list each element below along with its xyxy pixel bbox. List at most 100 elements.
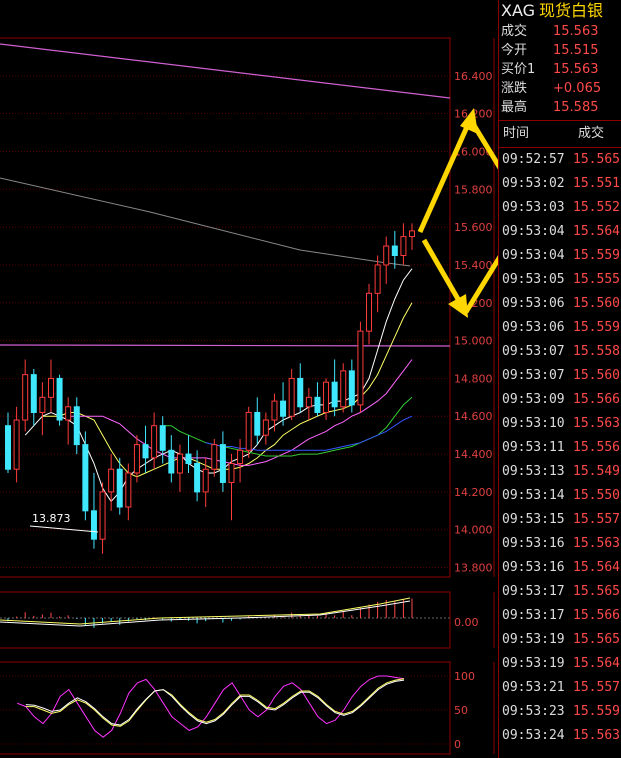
candle-body [271,400,278,421]
tick-row[interactable]: 09:53:16 15.564 [499,556,621,580]
tick-time: 09:53:07 [502,368,565,383]
tick-row[interactable]: 09:53:04 15.564 [499,220,621,244]
tick-row[interactable]: 09:53:24 15.563 [499,724,621,748]
tick-row[interactable]: 09:53:06 15.560 [499,292,621,316]
price-tick-label: 15.800 [454,183,493,196]
candle-body [73,406,80,446]
quote-rows: 成交 15.563 今开 15.515 买价1 15.563 涨跌 +0.065 最高 15.58… [499,22,621,117]
tick-price: 15.565 [573,152,620,167]
candle-body [237,449,244,465]
tick-time: 09:53:13 [502,464,565,479]
tick-price: 15.557 [573,680,620,695]
candle-body [159,425,166,451]
tick-row[interactable]: 09:53:17 15.566 [499,604,621,628]
candle-body [211,444,218,470]
price-tick-label: 16.400 [454,70,493,83]
tick-price: 15.559 [573,704,620,719]
tick-time: 09:53:15 [502,512,565,527]
tick-row[interactable]: 09:53:05 15.555 [499,268,621,292]
candle-body [22,374,29,421]
tick-price: 15.564 [573,560,620,575]
kdj-tick-label: 100 [454,670,475,683]
tick-time: 09:53:02 [502,176,565,191]
tick-price: 15.556 [573,440,620,455]
candle-body [176,453,183,474]
tick-price: 15.560 [573,368,620,383]
tick-time: 09:53:06 [502,320,565,335]
kdj-tick-label: 0 [454,738,461,751]
quote-value: 15.585 [553,100,599,115]
tick-row[interactable]: 09:53:03 15.552 [499,196,621,220]
tick-time: 09:53:19 [502,656,565,671]
tick-time: 09:53:07 [502,344,565,359]
candle-body [47,377,54,398]
tick-row[interactable]: 09:53:14 15.550 [499,484,621,508]
candle-body [340,370,347,408]
tick-time: 09:53:11 [502,440,565,455]
tick-time: 09:53:10 [502,416,565,431]
tick-price: 15.565 [573,632,620,647]
candle-body [5,425,11,470]
quote-value: +0.065 [553,81,602,96]
tick-price: 15.559 [573,248,620,263]
tick-row[interactable]: 09:53:06 15.559 [499,316,621,340]
tick-row[interactable]: 09:53:23 15.559 [499,700,621,724]
quote-title: XAG 现货白银 [499,0,621,22]
tick-row[interactable]: 09:53:07 15.558 [499,340,621,364]
panel-border [0,591,451,649]
tick-row[interactable]: 09:53:19 15.564 [499,652,621,676]
tick-time: 09:53:21 [502,680,565,695]
tick-price: 15.563 [573,536,620,551]
tick-row[interactable]: 09:53:16 15.563 [499,532,621,556]
tick-row[interactable]: 09:52:57 15.565 [499,148,621,172]
tick-price: 15.566 [573,608,620,623]
candle-body [409,230,415,238]
candle-body [305,396,312,408]
tick-time: 09:53:17 [502,608,565,623]
tick-price: 15.550 [573,488,620,503]
candle-body [280,400,287,417]
tick-row[interactable]: 09:53:04 15.559 [499,244,621,268]
ticks-header-price: 成交 [577,126,604,141]
tick-price: 15.559 [573,320,620,335]
candle-body [357,330,364,406]
candle-body [400,236,407,256]
quote-label: 今开 [501,43,528,58]
macd-tick-label: 0.00 [454,616,479,629]
tick-time: 09:53:04 [502,224,565,239]
price-tick-label: 13.800 [454,562,493,575]
symbol-code: XAG [501,1,536,20]
quote-row: 成交 15.563 [499,22,621,41]
price-tick-label: 14.200 [454,486,493,499]
tick-price: 15.551 [573,176,620,191]
tick-time: 09:53:04 [502,248,565,263]
ma-line-long [0,177,411,267]
tick-row[interactable]: 09:53:09 15.566 [499,388,621,412]
quote-label: 买价1 [501,62,536,77]
tick-row[interactable]: 09:53:19 15.565 [499,628,621,652]
arrow-up-shaft [417,118,473,234]
price-tick-label: 15.400 [454,259,493,272]
symbol-name: 现货白银 [539,1,604,20]
candle-body [262,419,269,436]
low-annotation: 13.873 [29,512,99,533]
price-tick-label: 15.000 [454,335,493,348]
quote-row: 最高 15.585 [499,98,621,117]
tick-row[interactable]: 09:53:13 15.549 [499,460,621,484]
tick-row[interactable]: 09:53:02 15.551 [499,172,621,196]
tick-row[interactable]: 09:53:10 15.563 [499,412,621,436]
tick-price: 15.563 [573,728,620,743]
candle-body [56,377,63,421]
kline-chart: 16.40016.20016.00015.80015.60015.40015.2… [0,37,498,755]
candle-body [288,377,295,417]
candle-body [185,453,192,465]
tick-row[interactable]: 09:53:11 15.556 [499,436,621,460]
tick-time: 09:53:03 [502,200,565,215]
panel-border [0,37,451,578]
quote-value: 15.515 [553,43,599,58]
tick-row[interactable]: 09:53:17 15.565 [499,580,621,604]
tick-row[interactable]: 09:53:21 15.557 [499,676,621,700]
tick-row[interactable]: 09:53:15 15.557 [499,508,621,532]
macd-panel: 0.00 [0,597,479,629]
tick-row[interactable]: 09:53:07 15.560 [499,364,621,388]
